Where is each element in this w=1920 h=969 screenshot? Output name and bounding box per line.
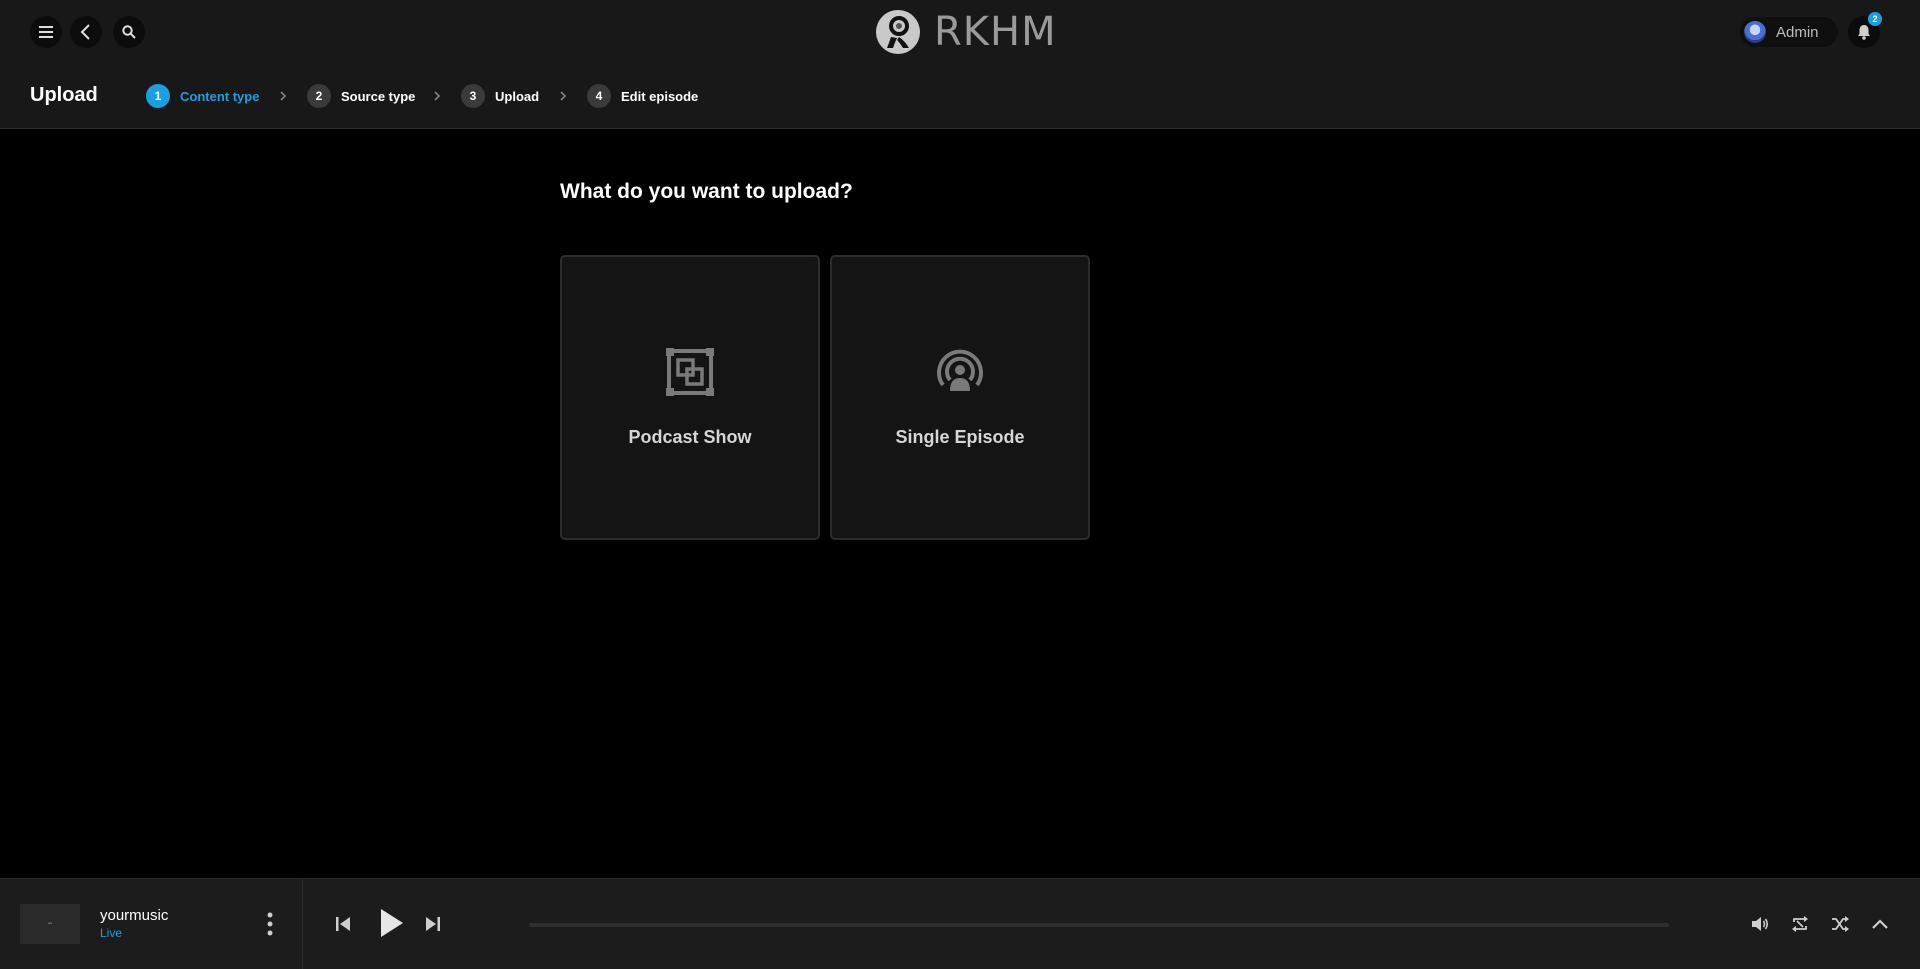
menu-button[interactable] bbox=[30, 16, 62, 48]
app-root: RKHM Admin 2 Upload 1 Content type 2 Sou… bbox=[0, 0, 1920, 969]
back-button[interactable] bbox=[70, 16, 102, 48]
step-source-type[interactable]: 2 Source type bbox=[307, 84, 415, 108]
brand-logo[interactable]: RKHM bbox=[876, 8, 1057, 56]
next-button[interactable] bbox=[424, 915, 442, 933]
chevron-right-icon bbox=[280, 91, 287, 101]
search-button[interactable] bbox=[113, 16, 145, 48]
track-title[interactable]: yourmusic bbox=[100, 907, 168, 924]
play-icon bbox=[381, 909, 403, 937]
podcast-episode-icon bbox=[937, 349, 983, 391]
expand-player-button[interactable] bbox=[1870, 914, 1890, 934]
step-upload[interactable]: 3 Upload bbox=[461, 84, 539, 108]
step-content-type[interactable]: 1 Content type bbox=[146, 84, 259, 108]
more-options-icon[interactable] bbox=[264, 911, 276, 937]
repeat-button[interactable] bbox=[1790, 914, 1810, 934]
track-status: Live bbox=[100, 926, 123, 940]
user-name: Admin bbox=[1776, 23, 1819, 41]
shuffle-button[interactable] bbox=[1830, 914, 1850, 934]
volume-button[interactable] bbox=[1750, 914, 1770, 934]
volume-icon bbox=[1752, 917, 1769, 931]
podcast-show-icon bbox=[666, 348, 714, 396]
steps-bar: Upload 1 Content type 2 Source type 3 Up… bbox=[0, 64, 1920, 129]
step-label: Source type bbox=[341, 88, 416, 104]
step-label: Content type bbox=[180, 88, 260, 104]
bell-icon bbox=[1858, 25, 1870, 40]
skip-previous-icon bbox=[336, 917, 350, 931]
page-title: Upload bbox=[30, 84, 98, 106]
single-episode-card[interactable]: Single Episode bbox=[830, 255, 1090, 540]
podcast-show-card[interactable]: Podcast Show bbox=[560, 255, 820, 540]
track-thumbnail[interactable]: ▪▪ bbox=[20, 904, 80, 944]
step-number: 2 bbox=[307, 84, 331, 108]
card-label: Single Episode bbox=[895, 427, 1025, 447]
step-edit-episode[interactable]: 4 Edit episode bbox=[587, 84, 698, 108]
chevron-right-icon bbox=[434, 91, 441, 101]
upload-question: What do you want to upload? bbox=[560, 180, 853, 203]
logo-text: RKHM bbox=[934, 9, 1057, 55]
play-button[interactable] bbox=[376, 907, 406, 939]
notification-badge: 2 bbox=[1868, 12, 1882, 26]
step-label: Edit episode bbox=[621, 88, 699, 104]
audio-player: ▪▪ yourmusic Live bbox=[0, 878, 1920, 969]
step-number: 4 bbox=[587, 84, 611, 108]
top-bar: RKHM Admin 2 bbox=[0, 0, 1920, 64]
skip-next-icon bbox=[426, 917, 440, 931]
card-label: Podcast Show bbox=[628, 427, 752, 447]
user-menu-button[interactable]: Admin bbox=[1740, 17, 1838, 47]
step-label: Upload bbox=[495, 88, 540, 104]
avatar bbox=[1744, 21, 1766, 43]
chevron-left-icon bbox=[80, 24, 90, 40]
step-number: 3 bbox=[461, 84, 485, 108]
player-divider bbox=[302, 879, 303, 969]
logo-mark-icon bbox=[876, 10, 920, 54]
chevron-right-icon bbox=[560, 91, 567, 101]
shuffle-icon bbox=[1832, 916, 1849, 932]
previous-button[interactable] bbox=[334, 915, 352, 933]
repeat-icon bbox=[1792, 916, 1808, 932]
progress-bar[interactable] bbox=[529, 923, 1669, 927]
search-icon bbox=[122, 25, 136, 39]
hamburger-icon bbox=[39, 26, 53, 38]
step-number: 1 bbox=[146, 84, 170, 108]
chevron-up-icon bbox=[1872, 919, 1888, 929]
